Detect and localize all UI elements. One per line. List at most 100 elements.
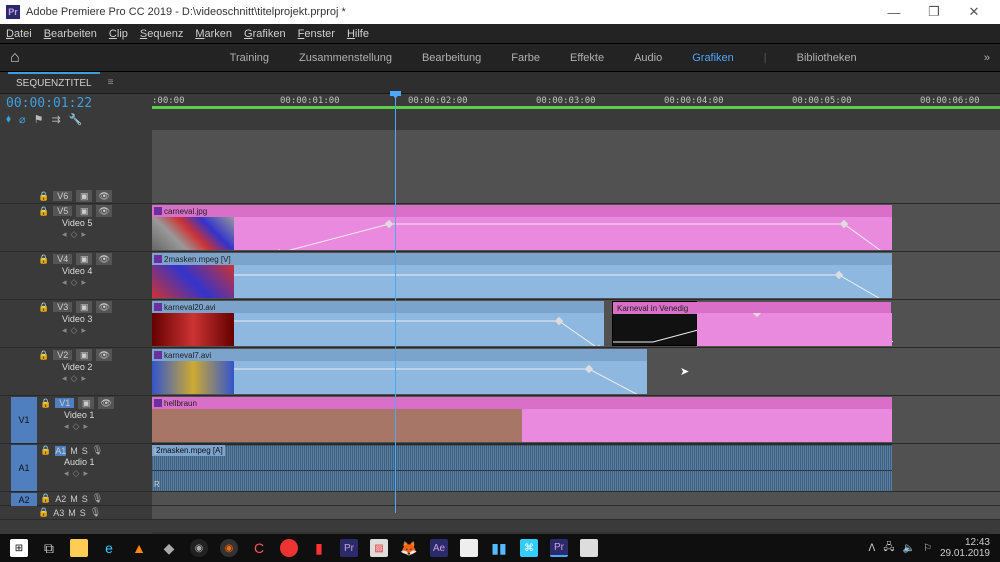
track-label-v2[interactable]: V2: [53, 350, 72, 360]
menu-hilfe[interactable]: Hilfe: [347, 28, 369, 40]
track-label-v3[interactable]: V3: [53, 302, 72, 312]
taskbar-clock[interactable]: 12:43 29.01.2019: [940, 537, 990, 559]
workspace-farbe[interactable]: Farbe: [511, 52, 540, 64]
vlc-icon[interactable]: ▲: [124, 534, 154, 562]
app-icon-7[interactable]: [574, 534, 604, 562]
lock-icon[interactable]: 🔒: [38, 254, 49, 265]
track-label-a1[interactable]: A1: [55, 446, 66, 456]
track-visibility-toggle[interactable]: 👁: [96, 190, 112, 202]
tray-flag-icon[interactable]: ⚐: [923, 543, 932, 554]
track-output-toggle[interactable]: ▣: [78, 397, 94, 409]
track-output-toggle[interactable]: ▣: [76, 349, 92, 361]
app-icon-2[interactable]: [274, 534, 304, 562]
settings-wrench-icon[interactable]: 🔧: [69, 113, 83, 126]
workspace-training[interactable]: Training: [230, 52, 269, 64]
track-label-v4[interactable]: V4: [53, 254, 72, 264]
prev-keyframe-icon[interactable]: ◂: [62, 229, 67, 240]
workspace-bibliotheken[interactable]: Bibliotheken: [797, 52, 857, 64]
track-output-toggle[interactable]: ▣: [76, 205, 92, 217]
app-icon-4[interactable]: ▨: [364, 534, 394, 562]
keyframe-icon[interactable]: [753, 313, 761, 317]
track-content-v1[interactable]: hellbraun: [152, 396, 1000, 443]
task-view-icon[interactable]: ⧉: [34, 534, 64, 562]
playhead-indicator[interactable]: [395, 95, 396, 513]
lock-icon[interactable]: 🔒: [38, 191, 49, 202]
track-label-v1[interactable]: V1: [55, 398, 74, 408]
window-close-button[interactable]: ✕: [954, 4, 994, 20]
solo-toggle[interactable]: S: [80, 508, 86, 518]
workspace-bearbeitung[interactable]: Bearbeitung: [422, 52, 481, 64]
lock-icon[interactable]: 🔒: [40, 493, 51, 504]
workspace-effekte[interactable]: Effekte: [570, 52, 604, 64]
menu-grafiken[interactable]: Grafiken: [244, 28, 286, 40]
lock-icon[interactable]: 🔒: [38, 302, 49, 313]
track-content-a1[interactable]: 2masken.mpeg [A] L R: [152, 444, 1000, 491]
linked-selection-icon[interactable]: ⌀: [19, 113, 26, 126]
track-output-toggle[interactable]: ▣: [76, 253, 92, 265]
track-visibility-toggle[interactable]: 👁: [96, 253, 112, 265]
track-output-toggle[interactable]: ▣: [76, 301, 92, 313]
workspace-zusammenstellung[interactable]: Zusammenstellung: [299, 52, 392, 64]
file-explorer-icon[interactable]: [64, 534, 94, 562]
menu-clip[interactable]: Clip: [109, 28, 128, 40]
solo-toggle[interactable]: S: [82, 494, 88, 504]
menu-fenster[interactable]: Fenster: [298, 28, 335, 40]
track-content-v6[interactable]: [152, 130, 1000, 203]
menu-sequenz[interactable]: Sequenz: [140, 28, 183, 40]
track-label-v6[interactable]: V6: [53, 191, 72, 201]
app-icon-3[interactable]: ▮: [304, 534, 334, 562]
track-content-v2[interactable]: karneval7.avi: [152, 348, 1000, 395]
track-visibility-toggle[interactable]: 👁: [98, 397, 114, 409]
window-maximize-button[interactable]: ❐: [914, 4, 954, 20]
panel-menu-icon[interactable]: ≡: [108, 77, 114, 88]
track-content-v4[interactable]: 2masken.mpeg [V]: [152, 252, 1000, 299]
track-visibility-toggle[interactable]: 👁: [96, 205, 112, 217]
track-content-v5[interactable]: carneval.jpg: [152, 204, 1000, 251]
lock-icon[interactable]: 🔒: [40, 398, 51, 409]
track-label-v5[interactable]: V5: [53, 206, 72, 216]
tray-volume-icon[interactable]: 🔈: [903, 543, 915, 554]
timeline-tab-sequenztitel[interactable]: SEQUENZTITEL: [8, 72, 100, 93]
ripple-icon[interactable]: ⇉: [51, 113, 60, 126]
window-minimize-button[interactable]: —: [874, 5, 914, 20]
app-icon-1[interactable]: ◉: [214, 534, 244, 562]
clip-karneval-venedig-tail[interactable]: [697, 313, 892, 346]
playhead-timecode[interactable]: 00:00:01:22: [6, 96, 146, 111]
track-content-a3[interactable]: [152, 506, 1000, 519]
next-keyframe-icon[interactable]: ▸: [81, 229, 86, 240]
source-patch-v1[interactable]: V1: [11, 397, 37, 443]
lock-icon[interactable]: 🔒: [38, 206, 49, 217]
workspace-audio[interactable]: Audio: [634, 52, 662, 64]
snap-icon[interactable]: ⬧: [6, 113, 11, 126]
mute-toggle[interactable]: M: [70, 494, 78, 504]
workspace-grafiken[interactable]: Grafiken: [692, 52, 734, 64]
lock-icon[interactable]: 🔒: [38, 507, 49, 518]
track-visibility-toggle[interactable]: 👁: [96, 301, 112, 313]
source-patch-a2[interactable]: A2: [11, 493, 37, 507]
clip-carneval[interactable]: carneval.jpg: [152, 205, 892, 250]
marker-tool-icon[interactable]: ⚑: [34, 113, 44, 126]
voice-over-icon[interactable]: 🎙: [92, 493, 103, 504]
app-icon-6[interactable]: ⌘: [514, 534, 544, 562]
after-effects-icon[interactable]: Ae: [424, 534, 454, 562]
clip-karneval20[interactable]: karneval20.avi: [152, 301, 604, 346]
time-ruler[interactable]: :00:00 00:00:01:00 00:00:02:00 00:00:03:…: [152, 94, 1000, 130]
start-button[interactable]: ⊞: [4, 534, 34, 562]
add-keyframe-icon[interactable]: ◇: [71, 229, 78, 240]
track-visibility-toggle[interactable]: 👁: [96, 349, 112, 361]
voice-over-icon[interactable]: 🎙: [90, 507, 101, 518]
track-output-toggle[interactable]: ▣: [76, 190, 92, 202]
menu-marken[interactable]: Marken: [195, 28, 232, 40]
premiere-icon[interactable]: Pr: [334, 534, 364, 562]
source-patch-a1[interactable]: A1: [11, 445, 37, 491]
workspace-overflow-icon[interactable]: »: [984, 52, 990, 64]
lock-icon[interactable]: 🔒: [40, 445, 51, 456]
app-icon-5[interactable]: ▮▮: [484, 534, 514, 562]
solo-toggle[interactable]: S: [82, 446, 88, 456]
tray-overflow-icon[interactable]: ᐱ: [869, 543, 876, 554]
track-label-a3[interactable]: A3: [53, 508, 64, 518]
track-content-a2[interactable]: [152, 492, 1000, 505]
clip-karneval-venedig[interactable]: Karneval in Venedig: [612, 301, 697, 346]
home-icon[interactable]: ⌂: [10, 49, 20, 67]
track-content-v3[interactable]: karneval20.avi Karneval in Venedig: [152, 300, 1000, 347]
